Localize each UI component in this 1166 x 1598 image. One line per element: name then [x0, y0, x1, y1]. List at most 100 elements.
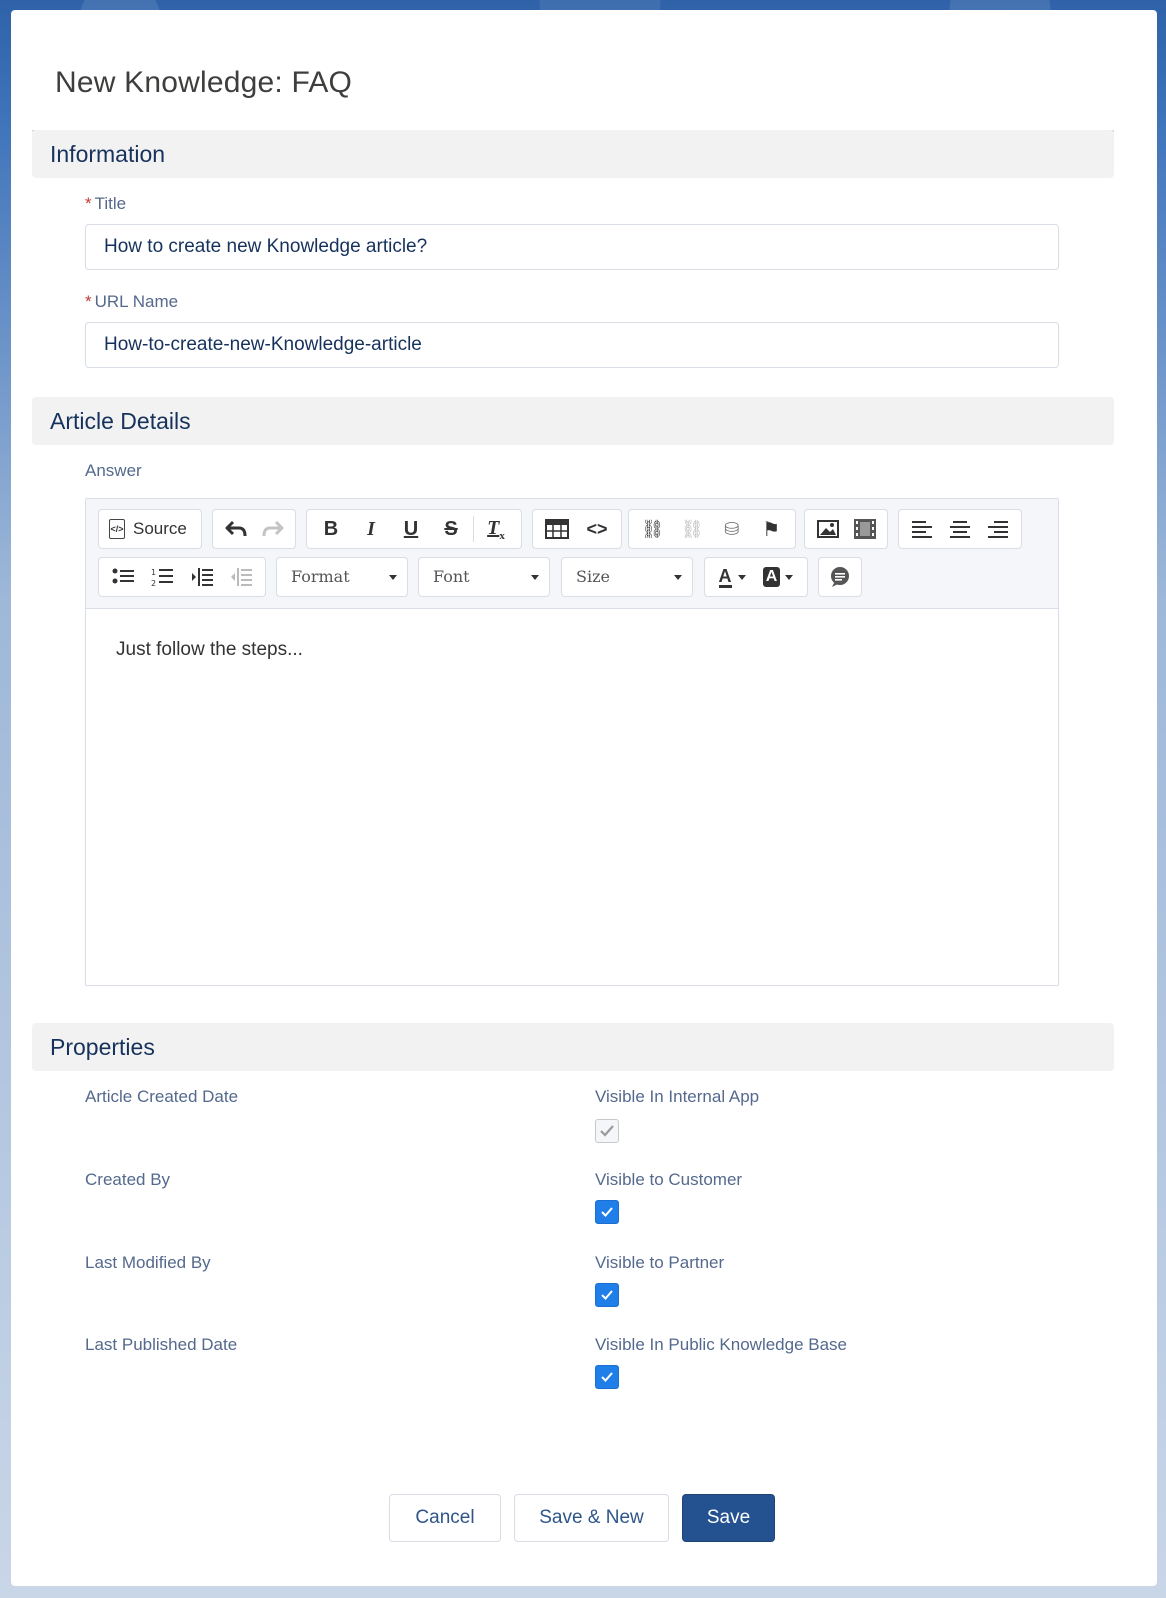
svg-text:1: 1: [151, 568, 156, 577]
outdent-icon: [231, 568, 253, 586]
size-label: Size: [576, 567, 610, 586]
modal-title: New Knowledge: FAQ: [55, 66, 353, 99]
visible-to-partner-label: Visible to Partner: [595, 1253, 725, 1272]
indent-button[interactable]: [182, 559, 222, 595]
color-group: A A: [704, 557, 808, 597]
underline-button[interactable]: U: [391, 511, 431, 547]
required-asterisk: *: [85, 194, 92, 213]
italic-icon: I: [367, 517, 375, 540]
undo-icon: [225, 520, 246, 537]
title-input[interactable]: How to create new Knowledge article?: [85, 224, 1059, 270]
history-group: [212, 509, 296, 549]
code-button[interactable]: <>: [577, 511, 617, 547]
cancel-button[interactable]: Cancel: [389, 1494, 501, 1542]
comment-button[interactable]: [823, 559, 857, 595]
comment-icon: [831, 567, 849, 587]
list-group: 12: [98, 557, 266, 597]
bulleted-list-icon: [112, 568, 134, 584]
underline-icon: U: [403, 517, 419, 540]
strikethrough-button[interactable]: S: [431, 511, 471, 547]
code-icon: <>: [586, 518, 608, 539]
flag-icon: ⚑: [762, 518, 781, 541]
basic-styles-group: B I U S Tx: [306, 509, 522, 549]
created-by-label: Created By: [85, 1170, 171, 1189]
visible-to-customer-label: Visible to Customer: [595, 1170, 743, 1189]
section-header-properties[interactable]: Properties: [32, 1023, 1114, 1071]
bulleted-list-button[interactable]: [103, 559, 143, 595]
section-header-article-details[interactable]: Article Details: [32, 397, 1114, 445]
remove-format-button[interactable]: Tx: [476, 511, 516, 547]
numbered-list-icon: 12: [151, 568, 174, 587]
url-name-input[interactable]: How-to-create-new-Knowledge-article: [85, 322, 1059, 368]
toolbar-separator: [473, 516, 474, 542]
bold-icon: B: [323, 517, 339, 540]
format-label: Format: [291, 567, 350, 586]
title-label-text: Title: [94, 194, 127, 213]
unlink-button[interactable]: ⛓: [673, 511, 713, 547]
outdent-button[interactable]: [222, 559, 262, 595]
chevron-down-icon: [785, 574, 794, 580]
font-label: Font: [433, 567, 470, 586]
align-center-button[interactable]: [941, 511, 979, 547]
background-color-icon: A: [762, 567, 781, 587]
source-label: Source: [133, 519, 187, 538]
image-button[interactable]: [809, 511, 846, 547]
text-color-icon: A: [718, 565, 732, 588]
editor-toolbar: </> Source B I U S Tx <> ⛓ ⛓ ⛁ ⚑ 1 2 For…: [86, 499, 1058, 609]
chevron-down-icon: [674, 575, 682, 580]
source-icon: </>: [109, 519, 125, 539]
link-icon: ⛓: [641, 518, 665, 539]
align-left-button[interactable]: [903, 511, 941, 547]
checkmark-icon: [601, 1372, 613, 1382]
numbered-list-button[interactable]: 12: [143, 559, 183, 595]
bold-button[interactable]: B: [311, 511, 351, 547]
align-group: [898, 509, 1022, 549]
url-name-label-text: URL Name: [94, 292, 179, 311]
links-group: ⛓ ⛓ ⛁ ⚑: [628, 509, 796, 549]
flag-button[interactable]: ⚑: [752, 511, 792, 547]
new-knowledge-modal: New Knowledge: FAQ Information * Title Ho…: [11, 10, 1157, 1586]
visible-internal-app-checkbox: [595, 1119, 619, 1143]
anchor-icon: ⛁: [724, 518, 740, 539]
anchor-button[interactable]: ⛁: [712, 511, 752, 547]
unlink-icon: ⛓: [680, 518, 704, 539]
background-color-button[interactable]: A: [755, 559, 801, 595]
table-icon: [545, 519, 569, 539]
size-dropdown[interactable]: Size: [561, 557, 693, 597]
redo-icon: [262, 520, 283, 537]
redo-button[interactable]: [254, 511, 291, 547]
answer-rich-text-editor: </> Source B I U S Tx <> ⛓ ⛓ ⛁ ⚑ 1 2 For…: [85, 498, 1059, 986]
source-button[interactable]: </> Source: [103, 519, 193, 539]
visible-public-kb-checkbox[interactable]: [595, 1365, 619, 1389]
align-left-icon: [912, 521, 932, 538]
url-name-field-label: * URL Name: [85, 292, 178, 312]
checkmark-icon: [600, 1125, 614, 1137]
last-modified-by-label: Last Modified By: [85, 1253, 211, 1272]
link-button[interactable]: ⛓: [633, 511, 673, 547]
title-field-label: * Title: [85, 194, 126, 214]
chevron-down-icon: [531, 575, 539, 580]
save-button[interactable]: Save: [682, 1494, 775, 1542]
section-header-information[interactable]: Information: [32, 130, 1114, 178]
comment-group: [818, 557, 862, 597]
save-and-new-button[interactable]: Save & New: [514, 1494, 669, 1542]
video-button[interactable]: [846, 511, 883, 547]
text-color-button[interactable]: A: [709, 559, 755, 595]
visible-internal-app-label: Visible In Internal App: [595, 1087, 760, 1106]
video-icon: [853, 519, 876, 539]
answer-field-label: Answer: [85, 461, 142, 480]
last-published-date-label: Last Published Date: [85, 1335, 238, 1354]
table-button[interactable]: [537, 511, 577, 547]
format-dropdown[interactable]: Format: [276, 557, 408, 597]
align-right-button[interactable]: [979, 511, 1017, 547]
visible-to-partner-checkbox[interactable]: [595, 1283, 619, 1307]
svg-text:2: 2: [151, 579, 156, 587]
media-group: [804, 509, 888, 549]
editor-content[interactable]: Just follow the steps...: [116, 639, 303, 661]
italic-button[interactable]: I: [351, 511, 391, 547]
checkmark-icon: [601, 1207, 613, 1217]
font-dropdown[interactable]: Font: [418, 557, 550, 597]
undo-button[interactable]: [217, 511, 254, 547]
image-icon: [816, 520, 839, 538]
visible-to-customer-checkbox[interactable]: [595, 1200, 619, 1224]
